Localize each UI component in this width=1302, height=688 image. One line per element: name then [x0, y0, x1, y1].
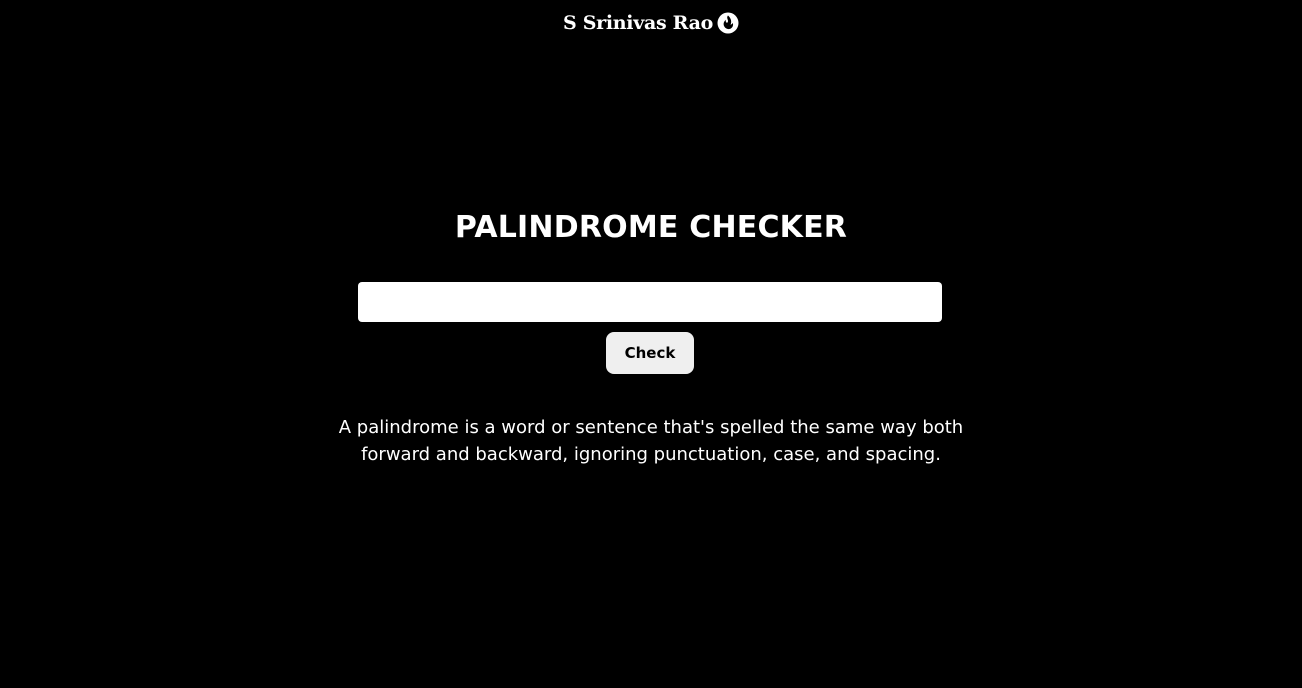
palindrome-description: A palindrome is a word or sentence that'… [338, 417, 964, 465]
palindrome-text-input[interactable] [358, 282, 942, 322]
page-title: PALINDROME CHECKER [454, 210, 848, 245]
flame-logo-icon [717, 12, 739, 34]
check-button[interactable]: Check [606, 332, 694, 374]
brand-name[interactable]: S Srinivas Rao [563, 12, 713, 34]
site-header: S Srinivas Rao [0, 12, 1302, 34]
